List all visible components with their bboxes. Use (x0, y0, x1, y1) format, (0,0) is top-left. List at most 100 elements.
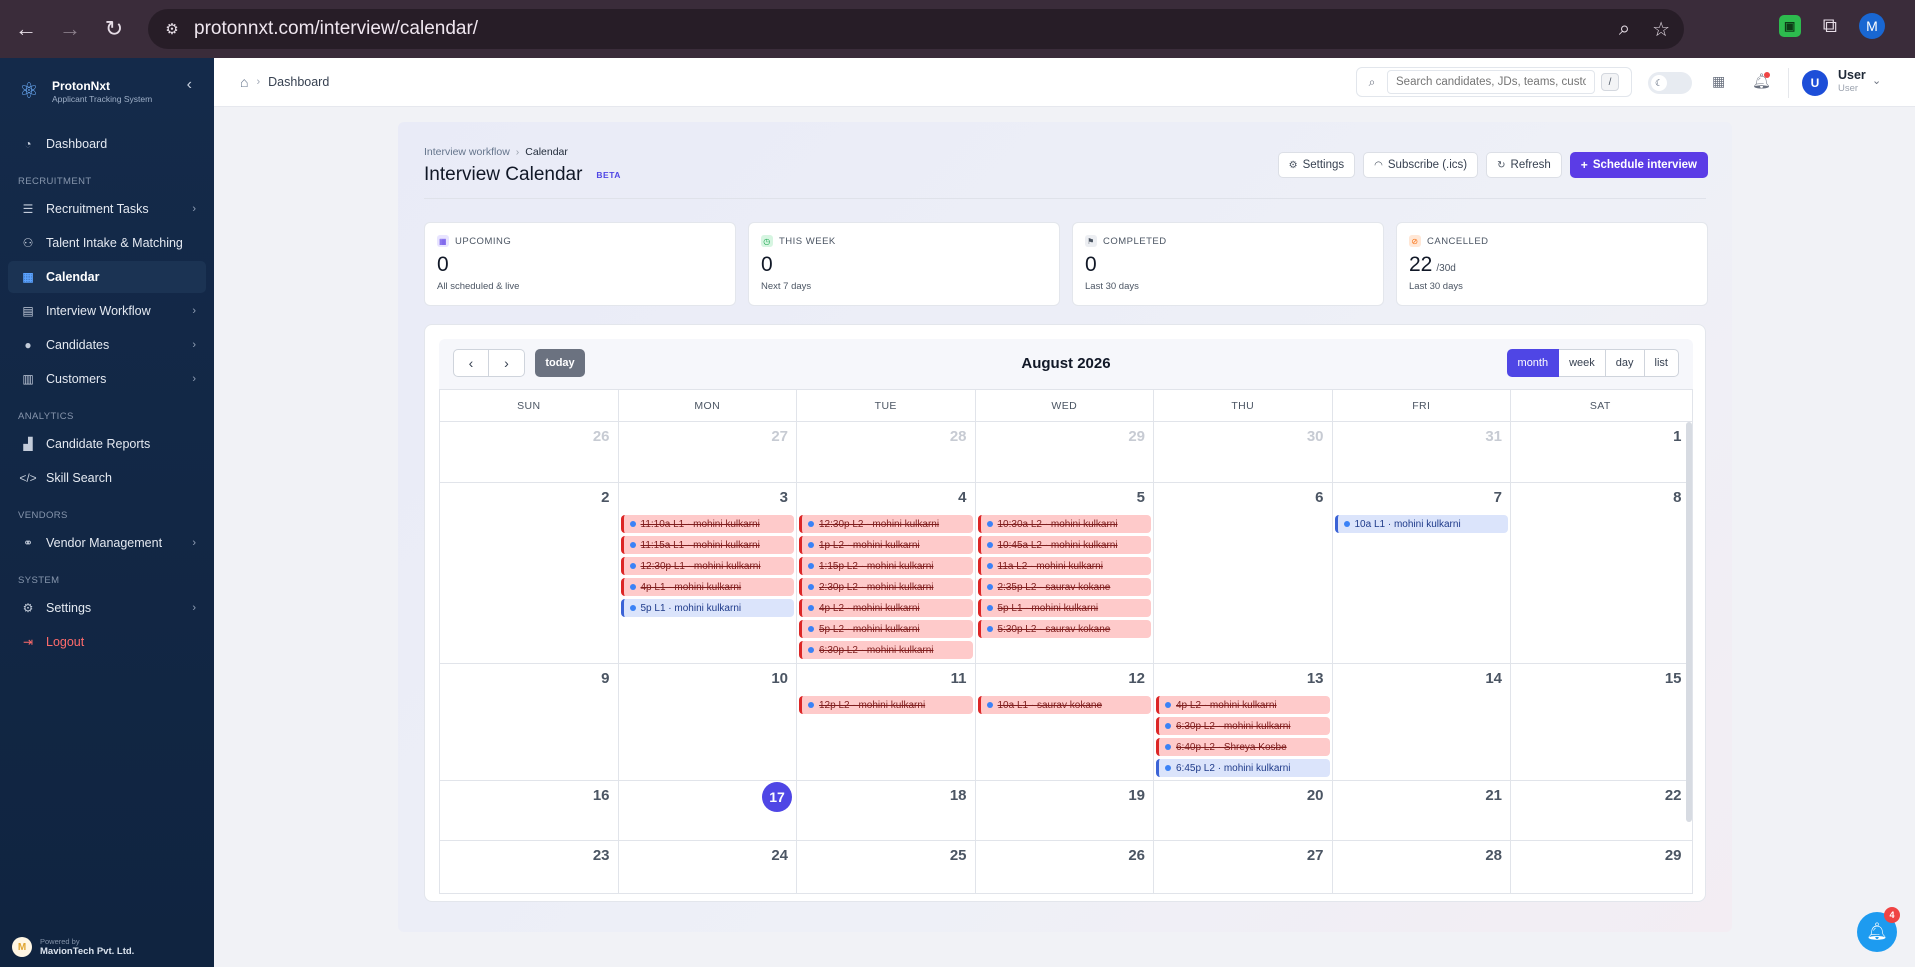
day-number[interactable]: 23 (593, 847, 610, 864)
calendar-event[interactable]: 1:15p L2 · mohini kulkarni (799, 557, 973, 575)
day-cell[interactable]: 25 (797, 841, 976, 893)
prev-month-button[interactable]: ‹ (453, 349, 489, 377)
day-number[interactable]: 18 (950, 787, 967, 804)
extensions-puzzle-icon[interactable]: ⧉ (1823, 15, 1837, 38)
view-button-day[interactable]: day (1605, 349, 1645, 377)
view-button-list[interactable]: list (1644, 349, 1679, 377)
sidebar-item-vendor-management[interactable]: ⚭ Vendor Management › (8, 527, 206, 559)
calendar-event[interactable]: 5p L1 · mohini kulkarni (977, 599, 1151, 617)
day-number[interactable]: 26 (1128, 847, 1145, 864)
day-number[interactable]: 4 (958, 489, 966, 506)
day-number[interactable]: 29 (1665, 847, 1682, 864)
view-button-month[interactable]: month (1506, 349, 1560, 377)
subscribe-ics-button[interactable]: ◠ Subscribe (.ics) (1363, 152, 1479, 178)
day-cell[interactable]: 27 (1154, 841, 1333, 893)
calendar-event[interactable]: 11a L2 · mohini kulkarni (977, 557, 1151, 575)
sidebar-item-skill-search[interactable]: </> Skill Search (8, 462, 206, 494)
calendar-event[interactable]: 10a L1 · saurav kokane (977, 696, 1151, 714)
calendar-event[interactable]: 4p L1 · mohini kulkarni (620, 578, 794, 596)
day-number[interactable]: 28 (950, 428, 967, 445)
sidebar-item-customers[interactable]: ▥ Customers › (8, 363, 206, 395)
breadcrumb-interview-workflow[interactable]: Interview workflow (424, 146, 510, 158)
day-cell[interactable]: 8 (1511, 483, 1690, 663)
calendar-event[interactable]: 5:30p L2 · saurav kokane (977, 620, 1151, 638)
day-number[interactable]: 29 (1128, 428, 1145, 445)
day-cell[interactable]: 12 10a L1 · saurav kokane (976, 664, 1154, 780)
calendar-event[interactable]: 6:45p L2 · mohini kulkarni (1156, 759, 1330, 777)
calendar-event[interactable]: 10a L1 · mohini kulkarni (1334, 515, 1508, 533)
day-cell[interactable]: 7 10a L1 · mohini kulkarni (1333, 483, 1511, 663)
theme-toggle[interactable]: ☾ (1648, 72, 1692, 94)
day-number[interactable]: 5 (1137, 489, 1145, 506)
day-number[interactable]: 25 (950, 847, 967, 864)
calendar-event[interactable]: 12:30p L1 · mohini kulkarni (620, 557, 794, 575)
day-cell[interactable]: 10 (619, 664, 797, 780)
address-bar[interactable]: ⚙ protonnxt.com/interview/calendar/ ⌕ ☆ (148, 9, 1684, 49)
day-cell[interactable]: 5 10:30a L2 · mohini kulkarni 10:45a L2 · … (976, 483, 1154, 663)
day-cell[interactable]: 17 (619, 781, 797, 840)
calendar-event[interactable]: 10:45a L2 · mohini kulkarni (977, 536, 1151, 554)
calendar-event[interactable]: 6:30p L2 · mohini kulkarni (1156, 717, 1330, 735)
calendar-event[interactable]: 6:30p L2 · mohini kulkarni (799, 641, 973, 659)
day-cell[interactable]: 14 (1333, 664, 1511, 780)
sidebar-item-calendar[interactable]: ▦ Calendar (8, 261, 206, 293)
day-number[interactable]: 20 (1307, 787, 1324, 804)
day-cell[interactable]: 23 (440, 841, 619, 893)
day-number[interactable]: 7 (1494, 489, 1502, 506)
calendar-event[interactable]: 4p L2 · mohini kulkarni (799, 599, 973, 617)
day-number[interactable]: 13 (1307, 670, 1324, 687)
back-arrow-icon[interactable]: ← (8, 11, 44, 47)
sidebar-item-logout[interactable]: ⇥ Logout (8, 626, 206, 658)
day-cell[interactable]: 16 (440, 781, 619, 840)
day-cell[interactable]: 11 12p L2 · mohini kulkarni (797, 664, 976, 780)
calendar-scrollbar[interactable] (1686, 422, 1692, 822)
day-number[interactable]: 9 (601, 670, 609, 687)
day-cell[interactable]: 29 (976, 422, 1154, 482)
day-cell[interactable]: 24 (619, 841, 797, 893)
calendar-event[interactable]: 12:30p L2 · mohini kulkarni (799, 515, 973, 533)
day-number[interactable]: 19 (1128, 787, 1145, 804)
day-number[interactable]: 10 (771, 670, 788, 687)
day-number[interactable]: 2 (601, 489, 609, 506)
day-cell[interactable]: 4 12:30p L2 · mohini kulkarni 1p L2 · mohi… (797, 483, 976, 663)
chevron-down-icon[interactable]: ⌄ (1872, 74, 1881, 87)
calendar-event[interactable]: 12p L2 · mohini kulkarni (799, 696, 973, 714)
calendar-event[interactable]: 11:10a L1 · mohini kulkarni (620, 515, 794, 533)
day-cell[interactable]: 6 (1154, 483, 1333, 663)
day-cell[interactable]: 20 (1154, 781, 1333, 840)
calendar-event[interactable]: 1p L2 · mohini kulkarni (799, 536, 973, 554)
day-number[interactable]: 31 (1485, 428, 1502, 445)
day-number[interactable]: 12 (1128, 670, 1145, 687)
calendar-event[interactable]: 5p L2 · mohini kulkarni (799, 620, 973, 638)
calendar-event[interactable]: 4p L2 · mohini kulkarni (1156, 696, 1330, 714)
day-number[interactable]: 14 (1485, 670, 1502, 687)
calendar-event[interactable]: 5p L1 · mohini kulkarni (620, 599, 794, 617)
settings-button[interactable]: ⚙ Settings (1277, 152, 1356, 178)
day-cell[interactable]: 21 (1333, 781, 1511, 840)
sidebar-item-candidate-reports[interactable]: ▟ Candidate Reports (8, 428, 206, 460)
day-cell[interactable]: 2 (440, 483, 619, 663)
bookmark-star-icon[interactable]: ☆ (1652, 17, 1670, 42)
sidebar-item-dashboard[interactable]: ◔ Dashboard (8, 128, 206, 160)
today-button[interactable]: today (535, 349, 585, 377)
day-cell[interactable]: 19 (976, 781, 1154, 840)
day-cell[interactable]: 1 (1511, 422, 1690, 482)
day-cell[interactable]: 30 (1154, 422, 1333, 482)
day-number[interactable]: 28 (1485, 847, 1502, 864)
day-number[interactable]: 3 (780, 489, 788, 506)
calendar-event[interactable]: 6:40p L2 · Shreya Kosbe (1156, 738, 1330, 756)
day-number[interactable]: 26 (593, 428, 610, 445)
day-number[interactable]: 27 (1307, 847, 1324, 864)
day-number[interactable]: 15 (1665, 670, 1682, 687)
schedule-interview-button[interactable]: + Schedule interview (1569, 152, 1708, 178)
url-text[interactable]: protonnxt.com/interview/calendar/ (194, 18, 478, 40)
day-cell[interactable]: 26 (440, 422, 619, 482)
home-icon[interactable]: ⌂ (240, 74, 248, 90)
next-month-button[interactable]: › (489, 349, 525, 377)
view-button-week[interactable]: week (1559, 349, 1606, 377)
day-number[interactable]: 24 (771, 847, 788, 864)
day-number[interactable]: 6 (1315, 489, 1323, 506)
search-input[interactable] (1387, 70, 1595, 94)
day-cell[interactable]: 18 (797, 781, 976, 840)
sidebar-item-interview-workflow[interactable]: ▤ Interview Workflow › (8, 295, 206, 327)
